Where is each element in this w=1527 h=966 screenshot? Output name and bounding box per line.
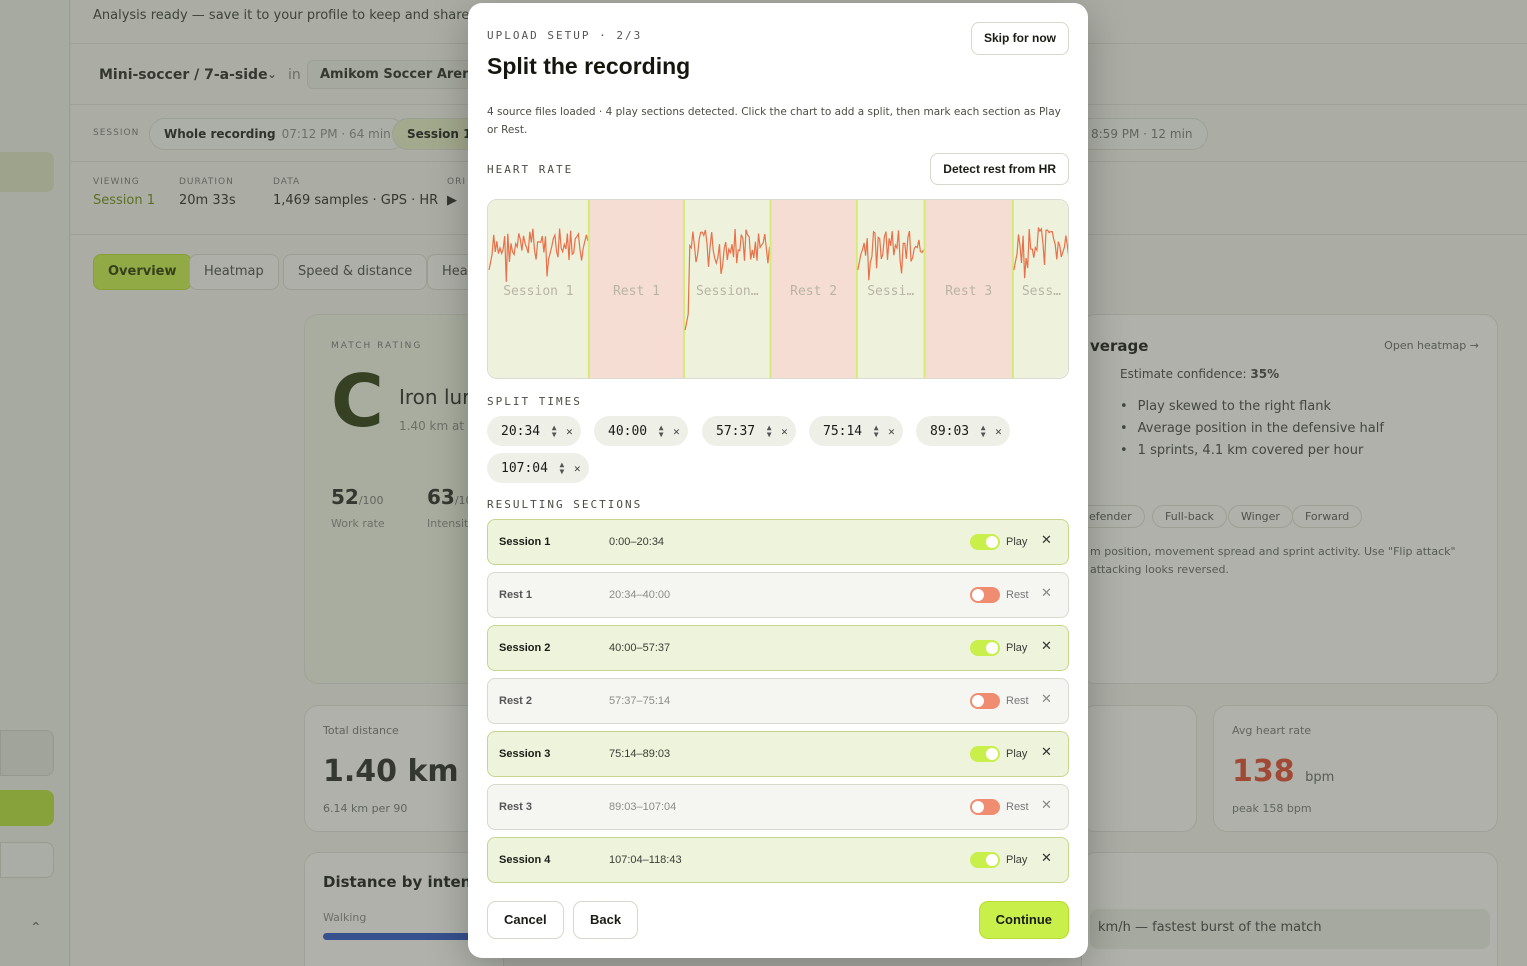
- play-rest-toggle[interactable]: [970, 746, 1000, 762]
- split-time-value[interactable]: 20:34: [501, 424, 540, 439]
- play-rest-toggle[interactable]: [970, 693, 1000, 709]
- section-row[interactable]: Session 4 107:04–118:43 Play ✕: [487, 837, 1069, 883]
- section-range: 20:34–40:00: [609, 589, 671, 601]
- remove-split-icon[interactable]: ✕: [888, 425, 895, 438]
- toggle-label: Rest: [1006, 695, 1029, 707]
- modal-title: Split the recording: [487, 53, 691, 79]
- split-time-value[interactable]: 57:37: [716, 424, 755, 439]
- play-rest-toggle[interactable]: [970, 587, 1000, 603]
- section-name: Rest 1: [499, 589, 533, 601]
- toggle-label: Play: [1006, 748, 1028, 760]
- region-label: Sessi…: [867, 284, 914, 299]
- section-range: 40:00–57:37: [609, 642, 671, 654]
- heart-rate-chart[interactable]: Session 1 Rest 1 Session… Rest 2 Sessi… Rest …: [487, 199, 1069, 379]
- toggle-label: Rest: [1006, 589, 1029, 601]
- region-label: Rest 3: [945, 284, 992, 299]
- remove-split-icon[interactable]: ✕: [566, 425, 573, 438]
- split-time-chip[interactable]: 57:37 ▲ ▼ ✕: [702, 416, 796, 446]
- section-range: 57:37–75:14: [609, 695, 671, 707]
- split-time-chip[interactable]: 89:03 ▲ ▼ ✕: [916, 416, 1010, 446]
- remove-section-icon[interactable]: ✕: [1041, 586, 1052, 601]
- split-time-value[interactable]: 89:03: [930, 424, 969, 439]
- continue-button[interactable]: Continue: [978, 901, 1069, 939]
- section-range: 75:14–89:03: [609, 748, 671, 760]
- section-name: Session 4: [499, 854, 551, 866]
- skip-button[interactable]: Skip for now: [971, 22, 1069, 55]
- region-label: Sess…: [1022, 284, 1061, 299]
- remove-section-icon[interactable]: ✕: [1041, 639, 1052, 654]
- step-indicator: UPLOAD SETUP · 2/3: [487, 29, 643, 42]
- region-label: Session…: [696, 284, 759, 299]
- play-rest-toggle[interactable]: [970, 852, 1000, 868]
- section-name: Session 3: [499, 748, 551, 760]
- play-rest-toggle[interactable]: [970, 534, 1000, 550]
- remove-split-icon[interactable]: ✕: [673, 425, 680, 438]
- split-times-list: 20:34 ▲ ▼ ✕ 40:00 ▲ ▼ ✕ 57:37 ▲ ▼ ✕ 75:14 ▲ ▼ ✕ 89:0…: [487, 416, 1069, 488]
- remove-section-icon[interactable]: ✕: [1041, 533, 1052, 548]
- modal-description: 4 source files loaded · 4 play sections …: [487, 106, 1061, 136]
- remove-split-icon[interactable]: ✕: [781, 425, 788, 438]
- split-time-chip[interactable]: 107:04 ▲ ▼ ✕: [487, 453, 589, 483]
- split-time-value[interactable]: 75:14: [823, 424, 862, 439]
- heart-rate-svg[interactable]: Session 1 Rest 1 Session… Rest 2 Sessi… Rest …: [488, 200, 1069, 379]
- remove-split-icon[interactable]: ✕: [995, 425, 1002, 438]
- cancel-button[interactable]: Cancel: [487, 901, 564, 939]
- section-row[interactable]: Rest 1 20:34–40:00 Rest ✕: [487, 572, 1069, 618]
- remove-split-icon[interactable]: ✕: [574, 462, 581, 475]
- section-name: Rest 2: [499, 695, 533, 707]
- section-row[interactable]: Rest 2 57:37–75:14 Rest ✕: [487, 678, 1069, 724]
- toggle-label: Play: [1006, 642, 1028, 654]
- split-time-chip[interactable]: 20:34 ▲ ▼ ✕: [487, 416, 581, 446]
- section-row[interactable]: Rest 3 89:03–107:04 Rest ✕: [487, 784, 1069, 830]
- section-name: Session 2: [499, 642, 551, 654]
- section-row[interactable]: Session 2 40:00–57:37 Play ✕: [487, 625, 1069, 671]
- remove-section-icon[interactable]: ✕: [1041, 745, 1052, 760]
- split-times-label: SPLIT TIMES: [487, 395, 582, 408]
- detect-rest-button[interactable]: Detect rest from HR: [930, 153, 1069, 185]
- split-recording-modal: UPLOAD SETUP · 2/3 Skip for now Split th…: [468, 3, 1088, 958]
- play-rest-toggle[interactable]: [970, 640, 1000, 656]
- section-row[interactable]: Session 3 75:14–89:03 Play ✕: [487, 731, 1069, 777]
- section-row[interactable]: Session 1 0:00–20:34 Play ✕: [487, 519, 1069, 565]
- toggle-label: Play: [1006, 854, 1028, 866]
- section-range: 107:04–118:43: [609, 854, 682, 866]
- region-label: Rest 1: [613, 284, 660, 299]
- resulting-sections-label: RESULTING SECTIONS: [487, 498, 643, 511]
- section-name: Session 1: [499, 536, 551, 548]
- region-label: Rest 2: [790, 284, 837, 299]
- stepper-icon[interactable]: ▲ ▼: [550, 424, 558, 439]
- stepper-icon[interactable]: ▲ ▼: [979, 424, 987, 439]
- section-range: 0:00–20:34: [609, 536, 665, 548]
- stepper-icon[interactable]: ▲ ▼: [872, 424, 880, 439]
- split-time-value[interactable]: 107:04: [501, 461, 548, 476]
- remove-section-icon[interactable]: ✕: [1041, 798, 1052, 813]
- back-button[interactable]: Back: [573, 901, 639, 939]
- region-label: Session 1: [503, 284, 573, 299]
- split-time-chip[interactable]: 40:00 ▲ ▼ ✕: [594, 416, 688, 446]
- remove-section-icon[interactable]: ✕: [1041, 692, 1052, 707]
- play-rest-toggle[interactable]: [970, 799, 1000, 815]
- split-time-value[interactable]: 40:00: [608, 424, 647, 439]
- heart-rate-label: HEART RATE: [487, 163, 574, 176]
- stepper-icon[interactable]: ▲ ▼: [558, 461, 566, 476]
- stepper-icon[interactable]: ▲ ▼: [765, 424, 773, 439]
- section-name: Rest 3: [499, 801, 533, 813]
- section-range: 89:03–107:04: [609, 801, 677, 813]
- split-time-chip[interactable]: 75:14 ▲ ▼ ✕: [809, 416, 903, 446]
- remove-section-icon[interactable]: ✕: [1041, 851, 1052, 866]
- stepper-icon[interactable]: ▲ ▼: [657, 424, 665, 439]
- toggle-label: Play: [1006, 536, 1028, 548]
- toggle-label: Rest: [1006, 801, 1029, 813]
